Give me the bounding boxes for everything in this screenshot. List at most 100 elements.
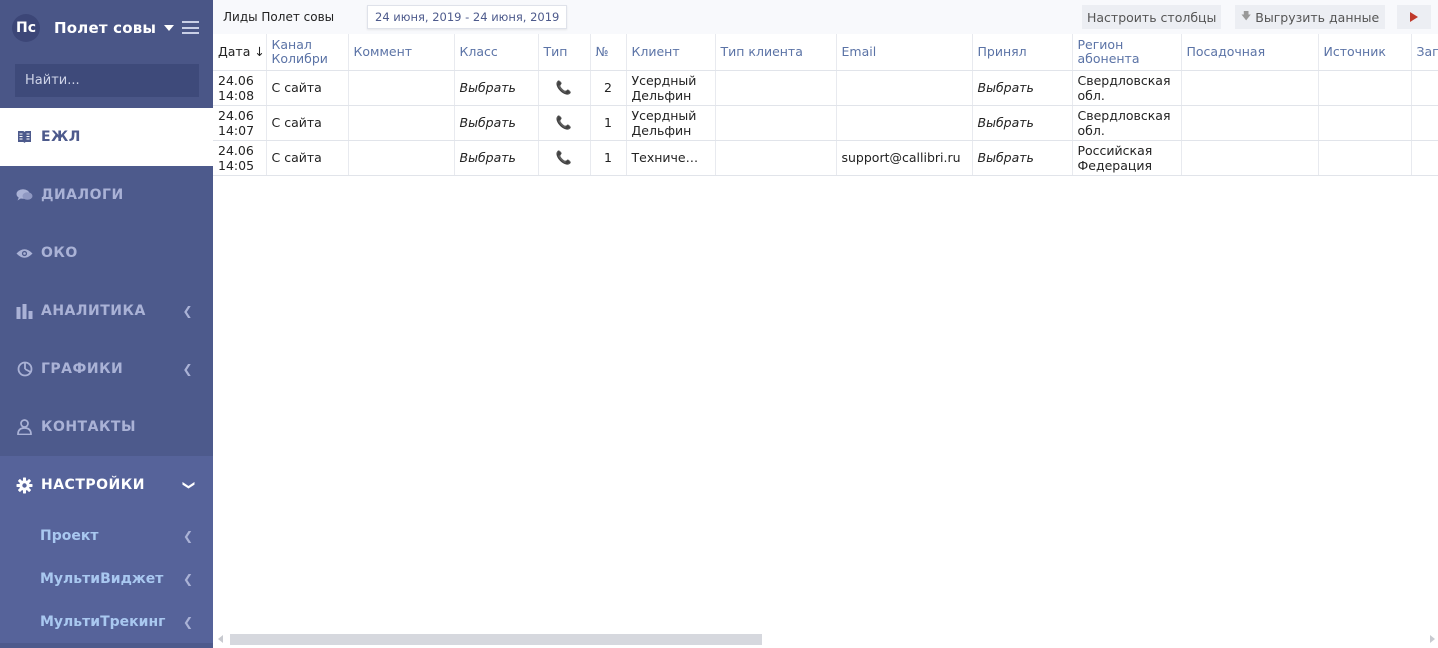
cell-client[interactable]: Усердный Дельфин [626,70,716,106]
scrollbar-thumb[interactable] [230,634,762,645]
nav-item-label: НАСТРОЙКИ [41,477,145,493]
cell-number: 2 [590,70,627,106]
cell-channel: С сайта [266,105,349,141]
caret-down-icon[interactable] [164,24,175,31]
cell-landing [1181,70,1319,106]
column-header-client[interactable]: Клиент [626,34,716,71]
column-header-accepted[interactable]: Принял [972,34,1073,71]
chevron-left-icon: ❮ [182,571,193,586]
search-input[interactable] [15,64,199,97]
column-header-number[interactable]: № [590,34,627,71]
phone-icon: 📞 [555,150,573,166]
chevron-left-icon: ❮ [182,304,193,318]
chevron-left-icon: ❮ [182,528,193,543]
nav-item-ejl[interactable]: ЕЖЛ [0,108,213,166]
nav-item-settings[interactable]: НАСТРОЙКИ ❮ [0,456,213,514]
nav-item-label: ДИАЛОГИ [41,187,124,203]
cell-client[interactable]: Техниче… [626,140,716,176]
chevron-left-icon: ❮ [182,614,193,629]
cell-class-select[interactable]: Выбрать [454,70,539,106]
cell-accepted-select[interactable]: Выбрать [972,70,1073,106]
cell-extra [1411,105,1438,141]
column-header-landing[interactable]: Посадочная [1181,34,1319,71]
cell-accepted-select[interactable]: Выбрать [972,105,1073,141]
cell-comment[interactable] [348,70,455,106]
cell-class-select[interactable]: Выбрать [454,140,539,176]
export-data-button[interactable]: 🡇 Выгрузить данные [1235,5,1386,29]
column-header-email[interactable]: Email [836,34,973,71]
table-row[interactable]: 24.06 14:05 С сайта Выбрать 📞 1 Техниче… … [213,140,1438,176]
column-header-region[interactable]: Регион абонента [1072,34,1182,71]
chat-icon [16,187,33,204]
horizontal-scrollbar[interactable] [213,628,1438,648]
nav-item-dialogs[interactable]: ДИАЛОГИ [0,166,213,224]
column-header-comment[interactable]: Коммент [348,34,455,71]
download-arrow-icon: 🡇 [1241,10,1252,22]
cell-source [1318,140,1412,176]
nav-item-label: АНАЛИТИКА [41,303,146,319]
nav-item-label: ГРАФИКИ [41,361,124,377]
cell-client-type [715,70,837,106]
top-bar: Лиды Полет совы 24 июня, 2019 - 24 июня,… [213,0,1438,34]
sidebar: Пс Полет совы ЕЖЛ ДИАЛОГИ ОКО [0,0,213,648]
cell-source [1318,105,1412,141]
column-header-date[interactable]: Дата ↓ [213,34,267,71]
scroll-right-icon[interactable] [1430,635,1435,643]
cell-comment[interactable] [348,105,455,141]
app: Пс Полет совы ЕЖЛ ДИАЛОГИ ОКО [0,0,1438,648]
nav-item-graphs[interactable]: ГРАФИКИ ❮ [0,340,213,398]
play-button[interactable] [1397,5,1431,29]
sidebar-header: Пс Полет совы [0,0,213,55]
sub-item-project[interactable]: Проект ❮ [0,514,213,557]
configure-columns-button[interactable]: Настроить столбцы [1082,5,1222,29]
main-content: Лиды Полет совы 24 июня, 2019 - 24 июня,… [213,0,1438,648]
table-row[interactable]: 24.06 14:08 С сайта Выбрать 📞 2 Усердный … [213,70,1438,106]
cell-extra [1411,70,1438,106]
sub-item-label: МультиТрекинг [40,613,166,630]
cell-client-type [715,140,837,176]
eye-icon [16,245,33,262]
scroll-left-icon[interactable] [218,635,223,643]
nav-item-contacts[interactable]: КОНТАКТЫ [0,398,213,456]
nav-item-label: ЕЖЛ [41,129,81,145]
table-row[interactable]: 24.06 14:07 С сайта Выбрать 📞 1 Усердный … [213,105,1438,141]
play-icon [1410,12,1418,22]
cell-region: Свердловская обл. [1072,70,1182,106]
cell-email: support@callibri.ru [836,140,973,176]
phone-icon: 📞 [555,80,573,96]
cell-region: Российская Федерация [1072,140,1182,176]
project-name[interactable]: Полет совы [54,19,156,37]
column-header-channel[interactable]: Канал Колибри [266,34,349,71]
cell-comment[interactable] [348,140,455,176]
sub-item-multitracking[interactable]: МультиТрекинг ❮ [0,600,213,643]
cell-channel: С сайта [266,70,349,106]
cell-email [836,70,973,106]
export-data-label: Выгрузить данные [1255,9,1380,25]
date-range-picker[interactable]: 24 июня, 2019 - 24 июня, 2019 [367,5,568,29]
column-header-class[interactable]: Класс [454,34,539,71]
column-header-client-type[interactable]: Тип клиента [715,34,837,71]
column-header-source[interactable]: Источник [1318,34,1412,71]
cell-type: 📞 [538,140,591,176]
user-icon [16,419,33,436]
cell-extra [1411,140,1438,176]
phone-icon: 📞 [555,115,573,131]
project-logo[interactable]: Пс [12,13,40,42]
nav-item-label: ОКО [41,245,78,261]
cell-client[interactable]: Усердный Дельфин [626,105,716,141]
column-header-extra[interactable]: Заг [1411,34,1438,71]
column-header-type[interactable]: Тип [538,34,591,71]
sub-item-multiwidget[interactable]: МультиВиджет ❮ [0,557,213,600]
hamburger-menu-icon[interactable] [182,21,199,34]
cell-number: 1 [590,140,627,176]
nav-item-oko[interactable]: ОКО [0,224,213,282]
nav-item-analytics[interactable]: АНАЛИТИКА ❮ [0,282,213,340]
gear-icon [16,477,33,494]
sort-desc-icon[interactable]: ↓ [254,44,264,59]
page-title: Лиды Полет совы [223,10,335,24]
bar-chart-icon [16,303,33,320]
cell-client-type [715,105,837,141]
cell-class-select[interactable]: Выбрать [454,105,539,141]
sidebar-search [0,55,213,108]
cell-accepted-select[interactable]: Выбрать [972,140,1073,176]
